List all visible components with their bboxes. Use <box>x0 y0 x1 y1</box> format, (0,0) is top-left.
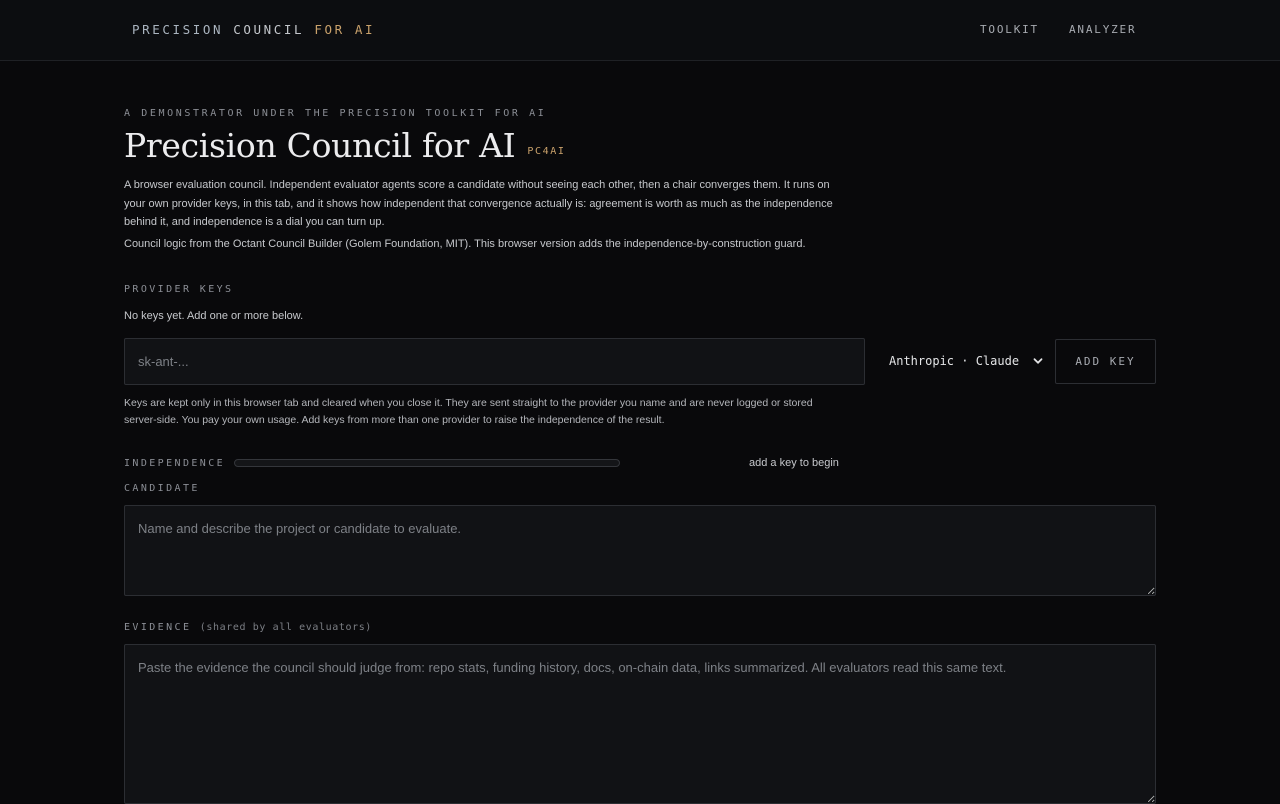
evidence-sublabel: (shared by all evaluators) <box>199 622 372 633</box>
independence-label: INDEPENDENCE <box>124 458 226 469</box>
no-keys-message: No keys yet. Add one or more below. <box>124 310 304 322</box>
evidence-label: EVIDENCE <box>124 622 192 633</box>
brand-word-precision: PRECISION <box>132 22 224 37</box>
api-key-input[interactable] <box>124 338 865 385</box>
independence-meter <box>234 459 620 467</box>
top-navigation-bar: PRECISION COUNCIL FOR AI TOOLKIT ANALYZE… <box>0 0 1280 61</box>
evidence-label-row: EVIDENCE (shared by all evaluators) <box>124 622 372 633</box>
nav-link-analyzer[interactable]: ANALYZER <box>1069 23 1136 36</box>
independence-status: add a key to begin <box>749 457 839 469</box>
hero-credit: Council logic from the Octant Council Bu… <box>124 238 806 250</box>
key-privacy-note: Keys are kept only in this browser tab a… <box>124 397 813 426</box>
candidate-textarea[interactable] <box>124 505 1156 596</box>
provider-select[interactable]: Anthropic · Claude <box>881 345 1047 377</box>
title-badge: PC4AI <box>527 146 566 157</box>
add-key-button[interactable]: ADD KEY <box>1055 339 1156 384</box>
evidence-textarea[interactable] <box>124 644 1156 804</box>
chevron-down-icon <box>1033 358 1043 364</box>
brand-word-for-ai: FOR AI <box>314 22 376 37</box>
candidate-label: CANDIDATE <box>124 483 200 494</box>
provider-select-value: Anthropic · Claude <box>889 354 1020 368</box>
brand-logo[interactable]: PRECISION COUNCIL FOR AI <box>132 22 375 37</box>
hero-description: A browser evaluation council. Independen… <box>124 179 833 228</box>
hero-eyebrow: A DEMONSTRATOR UNDER THE PRECISION TOOLK… <box>124 108 547 119</box>
page-title: Precision Council for AI <box>124 126 516 165</box>
brand-word-council: COUNCIL <box>233 22 305 37</box>
nav-link-toolkit[interactable]: TOOLKIT <box>980 23 1039 36</box>
provider-keys-label: PROVIDER KEYS <box>124 284 234 295</box>
title-row: Precision Council for AI PC4AI <box>124 126 565 165</box>
